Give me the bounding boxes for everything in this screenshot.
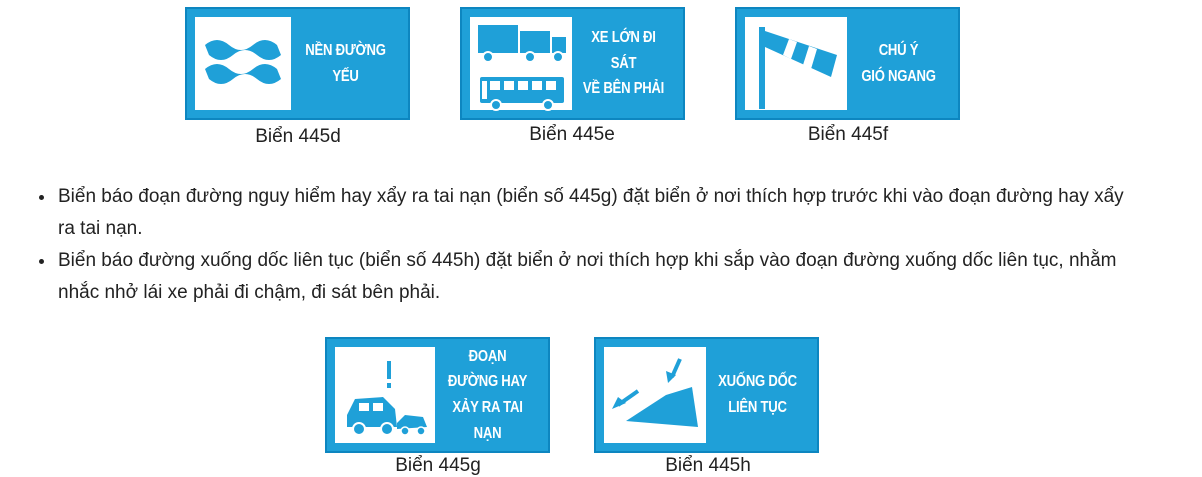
caption-445h: Biển 445h xyxy=(665,455,751,476)
sign-text-line: ĐOẠN ĐƯỜNG HAY xyxy=(447,347,528,391)
sign-445h: XUỐNG DỐC LIÊN TỤC xyxy=(594,337,819,453)
sign-text-line: GIÓ NGANG xyxy=(861,67,936,85)
bullet-list: Biển báo đoạn đường nguy hiểm hay xẩy ra… xyxy=(34,181,1136,309)
caption-445d: Biển 445d xyxy=(255,126,341,147)
sign-text-line: XẢY RA TAI NẠN xyxy=(452,399,523,442)
caption-445e: Biển 445e xyxy=(529,124,615,145)
sign-text-line: VỀ BÊN PHẢI xyxy=(582,80,665,98)
sign-text-line: CHÚ Ý xyxy=(878,41,919,59)
sign-text-line: XE LỚN ĐI SÁT xyxy=(591,29,656,72)
sign-445g: ĐOẠN ĐƯỜNG HAY XẢY RA TAI NẠN xyxy=(325,337,550,453)
windsock-icon xyxy=(759,27,837,109)
sign-445e: XE LỚN ĐI SÁT VỀ BÊN PHẢI xyxy=(460,7,685,120)
downhill-slope-icon xyxy=(612,358,698,427)
list-item: Biển báo đoạn đường nguy hiểm hay xẩy ra… xyxy=(56,181,1136,245)
sign-445d: NỀN ĐƯỜNG YẾU xyxy=(185,7,410,120)
caption-445g: Biển 445g xyxy=(395,455,481,476)
truck-bus-icon xyxy=(478,25,566,111)
list-item: Biển báo đường xuống dốc liên tục (biển … xyxy=(56,245,1136,309)
sign-445f: CHÚ Ý GIÓ NGANG xyxy=(735,7,960,120)
sign-text-line: LIÊN TỤC xyxy=(728,399,787,416)
caption-445f: Biển 445f xyxy=(807,124,889,145)
car-crash-icon xyxy=(347,361,427,436)
sign-text-line: NỀN ĐƯỜNG YẾU xyxy=(305,41,386,85)
sign-text-line: XUỐNG DỐC xyxy=(718,373,797,391)
wave-icon xyxy=(205,40,281,84)
